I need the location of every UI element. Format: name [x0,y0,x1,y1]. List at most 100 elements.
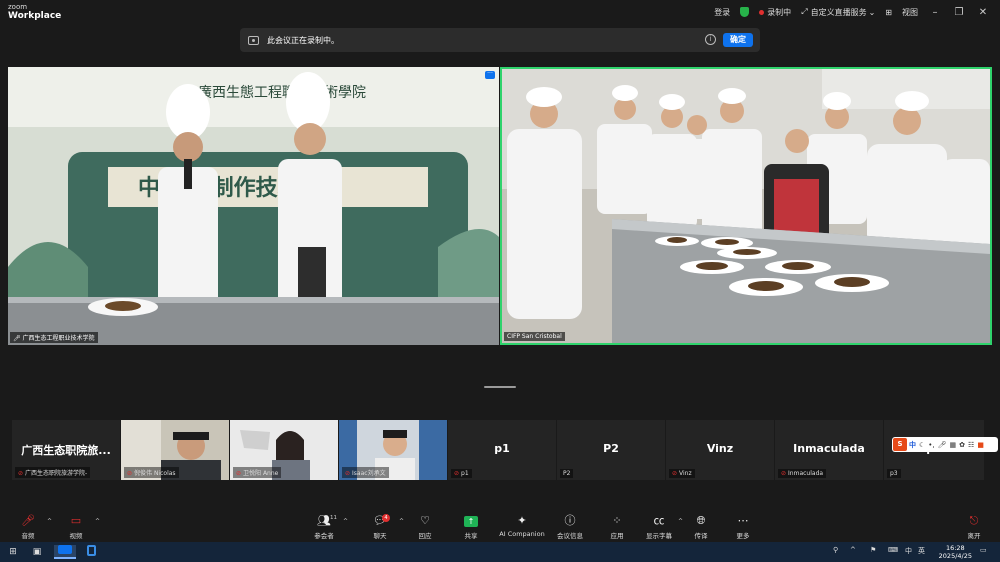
restore-icon[interactable]: ❐ [952,7,966,18]
taskbar-ime-lang[interactable]: 中 [905,546,912,556]
participant-name-label: 倪俊伟 Nicolas [134,470,176,477]
participant-tile[interactable]: P2 P2 [557,420,665,480]
participant-display-name: Inmaculada [793,442,865,455]
keyboard-icon[interactable]: ⌨ [888,546,898,554]
confirm-button[interactable]: 确定 [723,33,753,47]
participant-name-label: Inmaculada [788,470,824,477]
muted-mic-icon: ⊘ [236,470,242,477]
participant-tile[interactable]: 广西生态职院旅... ⊘ 广西生态职院旅游学院- [12,420,120,480]
chat-icon: 💬︎ [373,514,387,527]
muted-mic-icon: ⊘ [18,470,24,477]
participants-label: 参会者 [314,532,334,540]
participant-name-label: p1 [461,470,469,477]
leave-icon: ⎋ [969,514,979,527]
apps-button[interactable]: ⁘ 应用 [595,514,639,540]
recording-banner-icon [248,35,259,45]
ime-tools-icon[interactable]: ☷ [968,441,974,449]
info-icon[interactable]: i [705,34,716,45]
notification-icon[interactable]: ▭ [980,546,987,554]
participant-tile[interactable]: ⊘ 倪俊伟 Nicolas [121,420,229,480]
share-screen-icon: ↑ [449,514,493,528]
taskbar-ime-mode[interactable]: 英 [918,546,925,556]
translate-button[interactable]: 🌐︎ 传译 [679,514,723,540]
participant-tile[interactable]: ⊘ Isaac刘承文 [339,420,447,480]
meeting-info-button[interactable]: ⓘ 会议信息 [548,514,592,540]
participant-name: ⊘ 卫悦阳 Anne [233,467,282,478]
ime-toolbar[interactable]: S 中 ☾ •, 🎤︎ ▦ ✿ ☷ ■ [892,437,998,452]
recording-banner: 此会议正在录制中。 i 确定 [240,28,760,52]
ime-mic-icon[interactable]: 🎤︎ [938,441,947,449]
more-options-icon[interactable]: ··· [485,71,495,79]
people-tray-icon[interactable]: ⚲ [833,546,838,554]
participant-tile[interactable]: p1 ⊘ p1 [448,420,556,480]
participant-display-name: Vinz [706,442,734,455]
system-clock[interactable]: 16:28 2025/4/25 [939,544,972,560]
participant-name-label: p3 [890,470,898,477]
chef-demo-scene: 廣西生態工程職業技術學院 中 菜肴制作技术 [8,67,499,345]
grid-icon[interactable]: ⊞ [885,8,892,17]
clock-date: 2025/4/25 [938,552,972,560]
chevron-up-icon[interactable]: ^ [343,518,348,525]
mic-icon: 🎤︎ [13,335,21,342]
chat-button[interactable]: 💬︎ 4 聊天 ^ [358,514,404,540]
info-icon: ⓘ [564,514,576,527]
participant-name: ⊘ 广西生态职院旅游学院- [15,467,91,478]
zoom-logo: zoom Workplace [8,3,61,21]
participant-tile[interactable]: ⊘ 卫悦阳 Anne [230,420,338,480]
close-icon[interactable]: ✕ [976,7,990,18]
tray-app-icon[interactable]: ⚑ [870,546,876,554]
reactions-label: 回应 [418,532,432,540]
participants-count: 11 [330,515,337,521]
security-shield-icon[interactable] [740,7,750,17]
zoom-taskbar-icon[interactable] [54,545,76,559]
app-taskbar-icon[interactable] [80,545,102,559]
participant-tile[interactable]: Inmaculada ⊘ Inmaculada [775,420,883,480]
minimize-icon[interactable]: – [928,7,942,18]
ime-gift-icon[interactable]: ■ [977,441,984,449]
participant-name-label: P2 [563,470,571,477]
participant-name: P2 [560,469,574,478]
reactions-button[interactable]: ♡ 回应 [403,514,447,540]
participant-name: ⊘ Isaac刘承文 [342,467,389,478]
share-button[interactable]: ↑ 共享 [449,514,493,540]
participants-button[interactable]: 👥︎ 11 参会者 ^ [302,514,348,540]
login-button[interactable]: 登录 [714,7,730,18]
participant-tile[interactable]: Vinz ⊘ Vinz [666,420,774,480]
view-button[interactable]: 视图 [902,7,918,18]
leave-button[interactable]: ⎋ 离开 [952,514,996,540]
moon-icon[interactable]: ☾ [919,441,925,449]
video-name-left: 🎤︎ 广西生态工程职业技术学院 [10,332,98,343]
chevron-up-icon[interactable]: ^ [47,518,52,525]
ai-companion-label: AI Companion [499,530,545,538]
recording-banner-text: 此会议正在录制中。 [267,35,339,45]
windows-start-icon[interactable]: ⊞ [4,545,22,559]
ime-lang[interactable]: 中 [909,440,916,450]
muted-mic-icon: 🎤︎ [21,514,35,527]
captions-button[interactable]: ㏄ 显示字幕 ^ [637,514,683,540]
gallery-resize-handle[interactable] [484,386,516,388]
ime-skin-icon[interactable]: ✿ [959,441,965,449]
video-label: 视频 [69,532,83,540]
ime-punct-icon[interactable]: •, [928,441,934,449]
windows-taskbar: ⊞ ▣ ⚲ ^ ⚑ ⌨ 中 英 16:28 2025/4/25 ▭ [0,542,1000,562]
chevron-up-icon[interactable]: ^ [95,518,100,525]
meeting-toolbar: 🎤︎ 音频 ^ ▭ 视频 ^ 👥︎ 11 参会者 ^ 💬︎ 4 聊天 ^ ♡ 回… [0,512,1000,542]
participant-name-label: 广西生态职院旅游学院- [25,470,88,477]
task-view-icon[interactable]: ▣ [28,545,46,559]
recording-label: 录制中 [767,7,792,17]
more-label: 更多 [736,532,750,540]
audio-label: 音频 [21,532,35,540]
video-off-icon: ▭ [70,514,82,527]
audio-button[interactable]: 🎤︎ 音频 ^ [6,514,52,540]
ime-keyboard-icon[interactable]: ▦ [950,441,957,449]
video-tile-right-active-speaker[interactable]: CIFP San Cristobal [500,67,992,345]
more-button[interactable]: ⋯ 更多 [721,514,765,540]
video-button[interactable]: ▭ 视频 ^ [54,514,101,540]
recording-status[interactable]: 录制中 [759,7,791,18]
live-stream-menu[interactable]: ⤢ 自定义直播服务 ⌄ [801,7,875,18]
ai-companion-button[interactable]: ✦ AI Companion [496,514,548,538]
video-tile-left[interactable]: 廣西生態工程職業技術學院 中 菜肴制作技术 🎤︎ 广西生态工程职业技术学院 ··… [8,67,499,345]
recording-dot-icon [759,9,765,15]
tray-expand-icon[interactable]: ^ [850,546,856,554]
participant-name: ⊘ Vinz [669,469,695,478]
